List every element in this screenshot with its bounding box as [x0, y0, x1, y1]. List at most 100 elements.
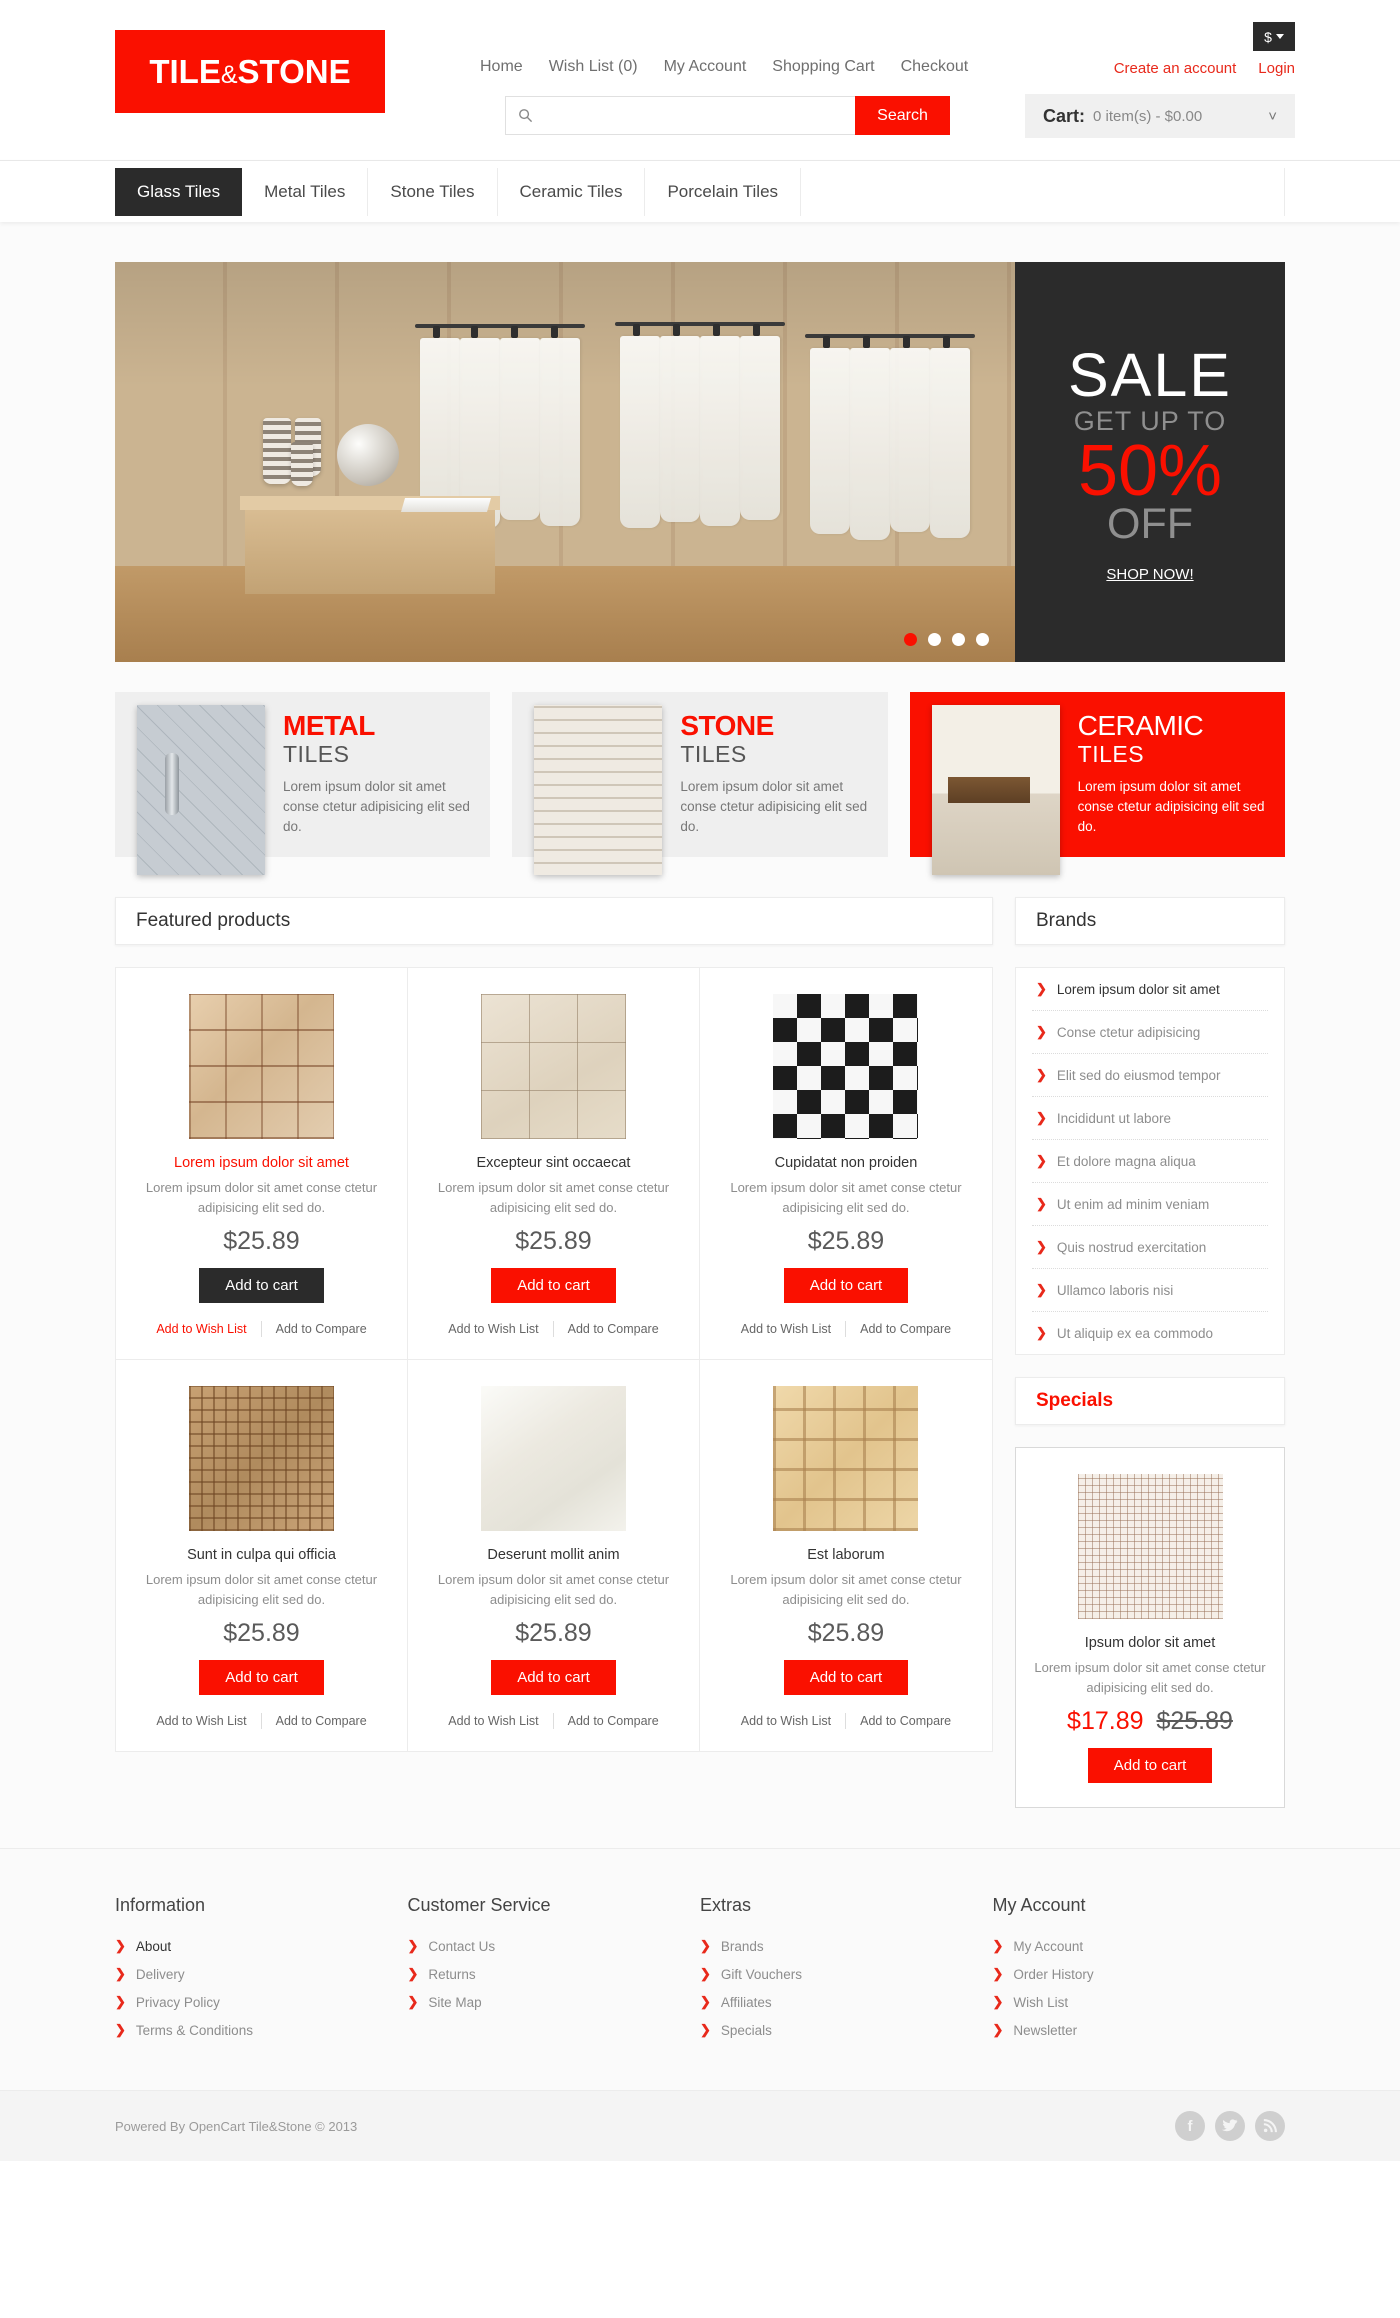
brand-item[interactable]: ❯ Incididunt ut labore — [1032, 1097, 1268, 1140]
search-button[interactable]: Search — [855, 96, 950, 135]
add-to-wishlist-link[interactable]: Add to Wish List — [142, 1322, 260, 1336]
product-card[interactable]: Est laborum Lorem ipsum dolor sit amet c… — [699, 1360, 992, 1751]
top-link-home[interactable]: Home — [480, 58, 523, 76]
cart-summary[interactable]: Cart: 0 item(s) - $0.00 ˅ — [1025, 94, 1295, 138]
brand-item[interactable]: ❯ Quis nostrud exercitation — [1032, 1226, 1268, 1269]
top-link-my-account[interactable]: My Account — [664, 58, 747, 76]
footer-link[interactable]: ❯ Site Map — [408, 1994, 701, 2010]
brand-item[interactable]: ❯ Ut enim ad minim veniam — [1032, 1183, 1268, 1226]
sale-banner[interactable]: SALE GET UP TO 50% OFF SHOP NOW! — [1015, 262, 1285, 662]
footer-link[interactable]: ❯ Newsletter — [993, 2022, 1286, 2038]
top-link-wishlist[interactable]: Wish List (0) — [549, 58, 638, 76]
product-card[interactable]: Lorem ipsum dolor sit amet Lorem ipsum d… — [116, 968, 408, 1360]
slider-dot-3[interactable] — [952, 633, 965, 646]
twitter-icon[interactable] — [1215, 2111, 1245, 2141]
product-card[interactable]: Deserunt mollit anim Lorem ipsum dolor s… — [407, 1360, 700, 1751]
product-card[interactable]: Cupidatat non proiden Lorem ipsum dolor … — [699, 968, 992, 1360]
add-to-compare-link[interactable]: Add to Compare — [262, 1322, 381, 1336]
product-name[interactable]: Excepteur sint occaecat — [426, 1155, 681, 1171]
add-to-cart-button[interactable]: Add to cart — [491, 1268, 616, 1303]
footer-link[interactable]: ❯ Wish List — [993, 1994, 1286, 2010]
product-name[interactable]: Lorem ipsum dolor sit amet — [134, 1155, 389, 1171]
special-product-name[interactable]: Ipsum dolor sit amet — [1034, 1635, 1266, 1651]
facebook-icon[interactable]: f — [1175, 2111, 1205, 2141]
product-price: $25.89 — [515, 1227, 592, 1255]
add-to-compare-link[interactable]: Add to Compare — [262, 1714, 381, 1728]
footer-link[interactable]: ❯ Brands — [700, 1938, 993, 1954]
brand-item[interactable]: ❯ Lorem ipsum dolor sit amet — [1032, 968, 1268, 1011]
brand-item[interactable]: ❯ Ullamco laboris nisi — [1032, 1269, 1268, 1312]
footer-link[interactable]: ❯ Privacy Policy — [115, 1994, 408, 2010]
product-image[interactable] — [480, 1386, 626, 1531]
site-logo[interactable]: TILE&STONE — [115, 30, 385, 113]
product-image[interactable] — [773, 1386, 919, 1531]
footer-link[interactable]: ❯ Contact Us — [408, 1938, 701, 1954]
special-product-card[interactable]: Ipsum dolor sit amet Lorem ipsum dolor s… — [1015, 1447, 1285, 1808]
search-input[interactable] — [545, 96, 855, 135]
footer-link[interactable]: ❯ My Account — [993, 1938, 1286, 1954]
currency-selector[interactable]: $ — [1253, 22, 1295, 51]
footer-link-label: Delivery — [135, 1966, 185, 1982]
slider-dot-4[interactable] — [976, 633, 989, 646]
nav-item-ceramic-tiles[interactable]: Ceramic Tiles — [498, 168, 646, 216]
add-to-wishlist-link[interactable]: Add to Wish List — [727, 1322, 845, 1336]
product-image[interactable] — [773, 994, 919, 1139]
hero-slider[interactable] — [115, 262, 1015, 662]
chevron-right-icon: ❯ — [1036, 1282, 1047, 1297]
footer-link[interactable]: ❯ Order History — [993, 1966, 1286, 1982]
nav-item-stone-tiles[interactable]: Stone Tiles — [368, 168, 498, 216]
nav-item-metal-tiles[interactable]: Metal Tiles — [242, 168, 369, 216]
main-content: SALE GET UP TO 50% OFF SHOP NOW! METAL T… — [0, 222, 1400, 1848]
brand-item[interactable]: ❯ Conse ctetur adipisicing — [1032, 1011, 1268, 1054]
product-image[interactable] — [188, 1386, 334, 1531]
footer-link[interactable]: ❯ Specials — [700, 2022, 993, 2038]
product-image[interactable] — [480, 994, 626, 1139]
promo-ceramic-tiles[interactable]: CERAMIC TILES Lorem ipsum dolor sit amet… — [909, 692, 1285, 875]
add-to-wishlist-link[interactable]: Add to Wish List — [434, 1714, 552, 1728]
slider-dot-2[interactable] — [928, 633, 941, 646]
login-link[interactable]: Login — [1258, 60, 1295, 77]
product-image[interactable] — [188, 994, 334, 1139]
footer-link[interactable]: ❯ Delivery — [115, 1966, 408, 1982]
add-to-cart-button[interactable]: Add to cart — [199, 1660, 324, 1695]
add-to-cart-button[interactable]: Add to cart — [1087, 1748, 1213, 1783]
product-card[interactable]: Excepteur sint occaecat Lorem ipsum dolo… — [407, 968, 700, 1360]
footer-link[interactable]: ❯ About — [115, 1938, 408, 1954]
add-to-cart-button[interactable]: Add to cart — [783, 1268, 909, 1303]
footer-link[interactable]: ❯ Returns — [408, 1966, 701, 1982]
add-to-cart-button[interactable]: Add to cart — [491, 1660, 616, 1695]
product-name[interactable]: Sunt in culpa qui officia — [134, 1547, 389, 1563]
footer-link[interactable]: ❯ Affiliates — [700, 1994, 993, 2010]
rss-icon[interactable] — [1255, 2111, 1285, 2141]
footer-link[interactable]: ❯ Gift Vouchers — [700, 1966, 993, 1982]
product-name[interactable]: Est laborum — [718, 1547, 974, 1563]
nav-item-glass-tiles[interactable]: Glass Tiles — [115, 168, 243, 216]
add-to-wishlist-link[interactable]: Add to Wish List — [434, 1322, 552, 1336]
shop-now-link[interactable]: SHOP NOW! — [1106, 566, 1193, 583]
add-to-compare-link[interactable]: Add to Compare — [554, 1714, 673, 1728]
add-to-compare-link[interactable]: Add to Compare — [846, 1322, 965, 1336]
special-product-image[interactable] — [1077, 1474, 1223, 1619]
add-to-cart-button[interactable]: Add to cart — [199, 1268, 324, 1303]
brand-item[interactable]: ❯ Et dolore magna aliqua — [1032, 1140, 1268, 1183]
top-link-shopping-cart[interactable]: Shopping Cart — [772, 58, 874, 76]
promo-stone-tiles[interactable]: STONE TILES Lorem ipsum dolor sit amet c… — [512, 692, 888, 875]
product-name[interactable]: Deserunt mollit anim — [426, 1547, 681, 1563]
add-to-compare-link[interactable]: Add to Compare — [846, 1714, 965, 1728]
brand-label: Lorem ipsum dolor sit amet — [1056, 981, 1220, 997]
promo-metal-tiles[interactable]: METAL TILES Lorem ipsum dolor sit amet c… — [115, 692, 491, 875]
footer-link[interactable]: ❯ Terms & Conditions — [115, 2022, 408, 2038]
add-to-cart-button[interactable]: Add to cart — [783, 1660, 909, 1695]
top-link-checkout[interactable]: Checkout — [901, 58, 969, 76]
nav-item-porcelain-tiles[interactable]: Porcelain Tiles — [645, 168, 802, 216]
product-card[interactable]: Sunt in culpa qui officia Lorem ipsum do… — [116, 1360, 408, 1751]
add-to-wishlist-link[interactable]: Add to Wish List — [142, 1714, 260, 1728]
create-account-link[interactable]: Create an account — [1114, 60, 1237, 77]
featured-products-grid: Lorem ipsum dolor sit amet Lorem ipsum d… — [115, 967, 993, 1752]
slider-dot-1[interactable] — [904, 633, 917, 646]
brand-item[interactable]: ❯ Ut aliquip ex ea commodo — [1032, 1312, 1268, 1354]
add-to-compare-link[interactable]: Add to Compare — [554, 1322, 673, 1336]
brand-item[interactable]: ❯ Elit sed do eiusmod tempor — [1032, 1054, 1268, 1097]
add-to-wishlist-link[interactable]: Add to Wish List — [727, 1714, 845, 1728]
product-name[interactable]: Cupidatat non proiden — [718, 1155, 974, 1171]
